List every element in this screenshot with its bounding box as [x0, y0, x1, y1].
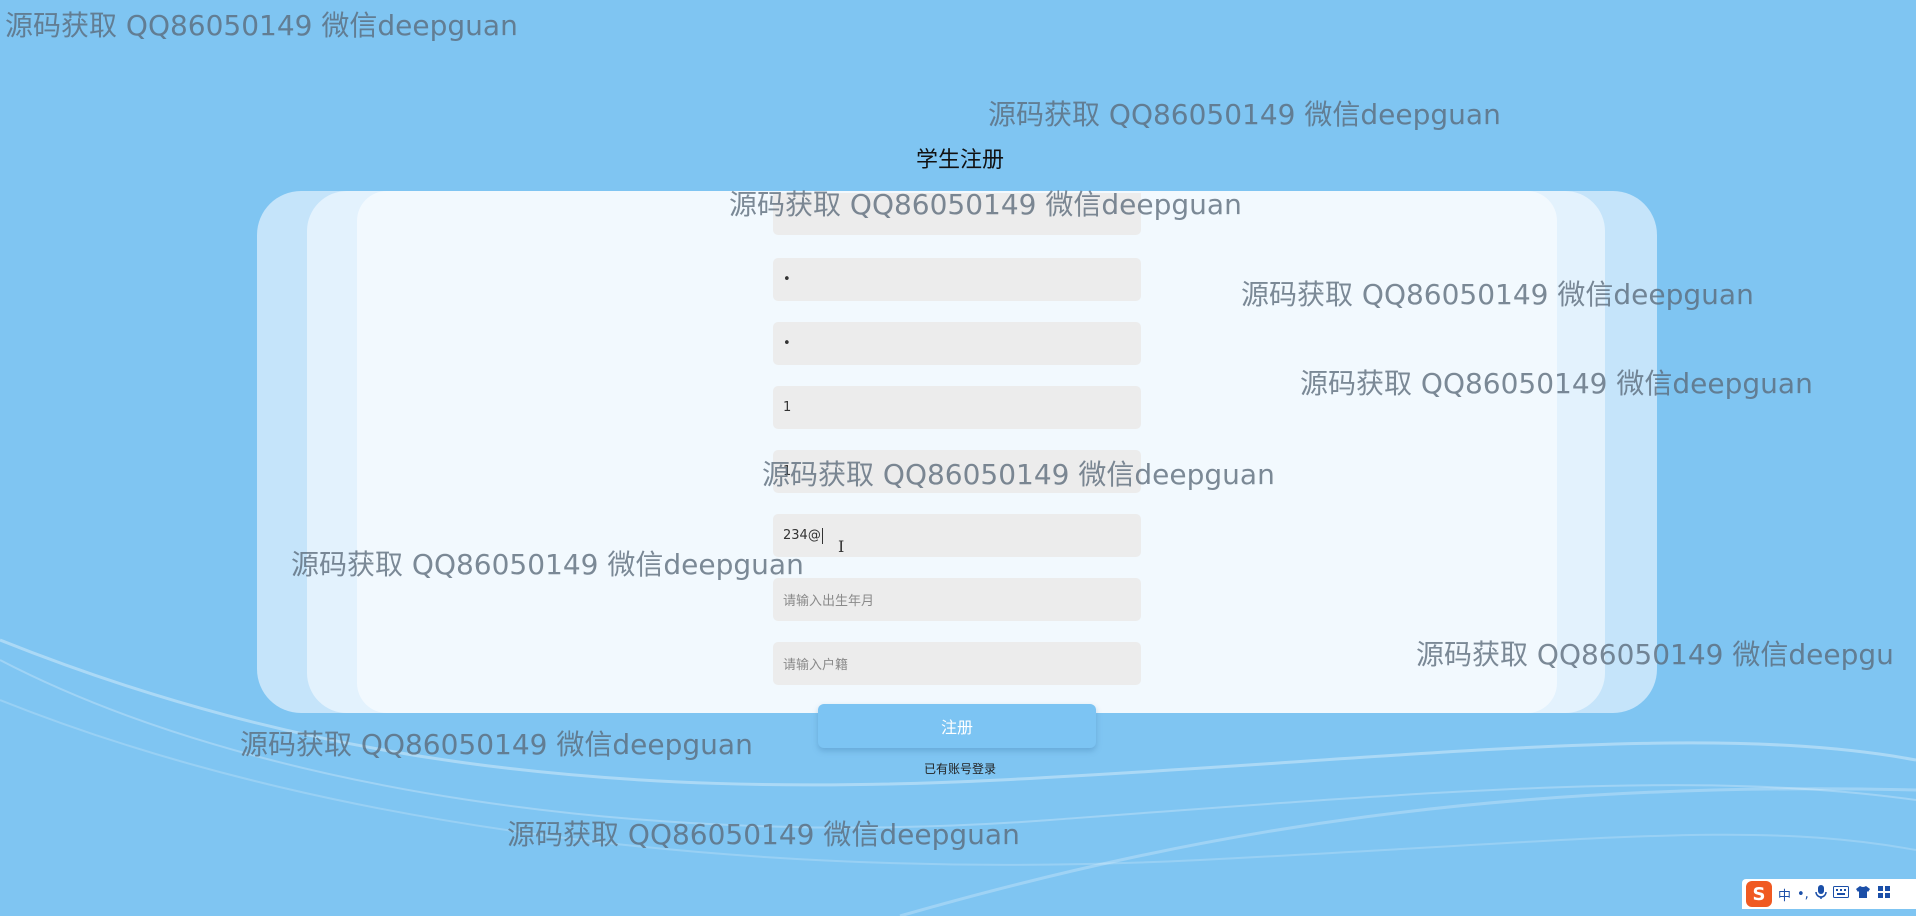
watermark-text: 源码获取 QQ86050149 微信deepguan — [729, 188, 1242, 221]
watermark-text: 源码获取 QQ86050149 微信deepgu — [1416, 638, 1894, 671]
ime-mode-toggle[interactable]: 中 — [1778, 885, 1791, 904]
punctuation-toggle[interactable]: •, — [1797, 887, 1809, 902]
watermark-text: 源码获取 QQ86050149 微信deepguan — [1300, 367, 1813, 400]
watermark-text: 源码获取 QQ86050149 微信deepguan — [291, 548, 804, 581]
watermark-text: 源码获取 QQ86050149 微信deepguan — [762, 458, 1275, 491]
email-field-value: 234@ — [783, 528, 821, 543]
page-title: 学生注册 — [915, 148, 1004, 173]
shirt-icon[interactable] — [1855, 885, 1871, 903]
watermark-text: 源码获取 QQ86050149 微信deepguan — [1241, 278, 1754, 311]
keyboard-icon[interactable] — [1832, 886, 1849, 902]
sogou-ime-icon[interactable]: S — [1746, 881, 1772, 907]
microphone-icon[interactable] — [1815, 884, 1827, 904]
household-register-placeholder: 请输入户籍 — [783, 658, 849, 673]
ime-toolbar: S 中 •, — [1742, 879, 1916, 909]
household-register-field[interactable]: 请输入户籍 — [773, 642, 1141, 685]
confirm-password-field[interactable]: • — [773, 322, 1141, 365]
email-field[interactable]: 234@ — [773, 514, 1141, 557]
gender-field-value: 1 — [783, 400, 792, 415]
watermark-text: 源码获取 QQ86050149 微信deepguan — [988, 98, 1501, 131]
birth-date-field[interactable]: 请输入出生年月 — [773, 578, 1141, 621]
ibeam-cursor-icon: I — [838, 537, 845, 556]
birth-date-placeholder: 请输入出生年月 — [783, 594, 875, 609]
grid-icon[interactable] — [1877, 885, 1891, 903]
watermark-text: 源码获取 QQ86050149 微信deepguan — [507, 818, 1020, 851]
register-button[interactable]: 注册 — [818, 704, 1096, 748]
confirm-password-field-value: • — [783, 336, 791, 351]
gender-field[interactable]: 1 — [773, 386, 1141, 429]
text-caret — [821, 527, 823, 544]
password-field[interactable]: • — [773, 258, 1141, 301]
watermark-text: 源码获取 QQ86050149 微信deepguan — [240, 728, 753, 761]
password-field-value: • — [783, 272, 791, 287]
watermark-text: 源码获取 QQ86050149 微信deepguan — [5, 9, 518, 42]
